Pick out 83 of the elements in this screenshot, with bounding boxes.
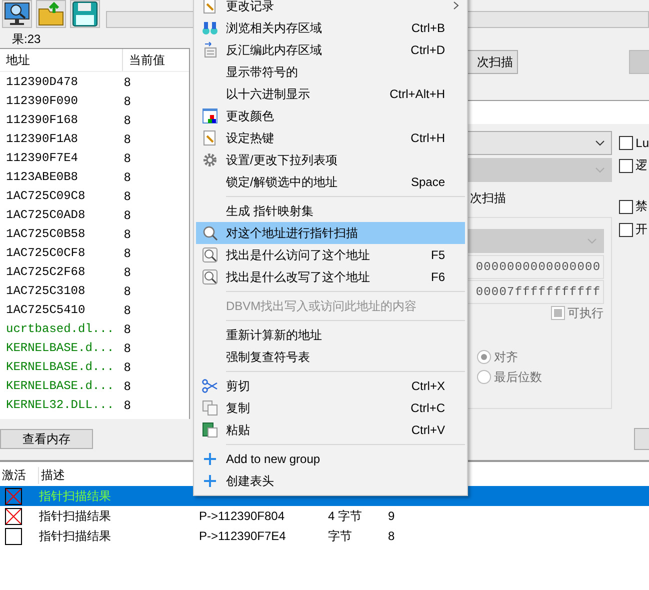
value-cell: 9 bbox=[388, 509, 395, 523]
address-cell[interactable]: 1AC725C3108 bbox=[0, 284, 122, 298]
radio-label: 对齐 bbox=[494, 348, 518, 366]
value-cell[interactable]: 8 bbox=[122, 360, 131, 374]
column-header[interactable]: 激活 bbox=[0, 466, 39, 484]
address-cell[interactable]: KERNEL32.DLL... bbox=[0, 398, 122, 412]
address-cell[interactable]: KERNELBASE.d... bbox=[0, 360, 122, 374]
address-cell[interactable]: 1AC725C5410 bbox=[0, 302, 122, 316]
value-cell[interactable]: 8 bbox=[122, 208, 131, 222]
value-cell[interactable]: 8 bbox=[122, 246, 131, 260]
address-cell[interactable]: KERNELBASE.d... bbox=[0, 340, 122, 354]
result-count: 果:23 bbox=[12, 31, 42, 48]
value-cell[interactable]: 8 bbox=[122, 226, 131, 240]
menu-item[interactable]: 更改记录 bbox=[196, 0, 465, 17]
address-cell[interactable]: 1AC725C0AD8 bbox=[0, 208, 122, 222]
menu-item[interactable]: 找出是什么访问了这个地址 F5 bbox=[196, 244, 465, 266]
value-cell[interactable]: 8 bbox=[122, 302, 131, 316]
address-cell[interactable]: 1AC725C0CF8 bbox=[0, 246, 122, 260]
value-cell[interactable]: 8 bbox=[122, 170, 131, 184]
column-header[interactable]: 当前值 bbox=[122, 49, 165, 71]
menu-item[interactable]: 找出是什么改写了这个地址 F6 bbox=[196, 266, 465, 288]
menu-item[interactable]: 重新计算新的地址 bbox=[196, 324, 465, 346]
menu-item[interactable]: 对这个地址进行指针扫描 bbox=[196, 222, 465, 244]
address-cell[interactable]: ucrtbased.dl... bbox=[0, 322, 122, 336]
address-cell[interactable]: 112390F168 bbox=[0, 112, 122, 126]
value-cell[interactable]: 8 bbox=[122, 112, 131, 126]
checkbox-label: 禁 bbox=[636, 198, 648, 215]
address-list-row[interactable]: 指针扫描结果 P->112390F7E4 字节 8 bbox=[0, 526, 649, 546]
address-list-row[interactable]: 指针扫描结果 P->112390F804 4 字节 9 bbox=[0, 506, 649, 526]
menu-item[interactable]: 设定热键 Ctrl+H bbox=[196, 127, 465, 149]
value-cell: 8 bbox=[388, 529, 395, 543]
value-cell[interactable]: 8 bbox=[122, 284, 131, 298]
menu-item[interactable]: 以十六进制显示 Ctrl+Alt+H bbox=[196, 83, 465, 105]
menu-item[interactable]: 设置/更改下拉列表项 bbox=[196, 149, 465, 171]
scan-label: 次扫描 bbox=[470, 190, 507, 207]
address-cell[interactable]: 1123ABE0B8 bbox=[0, 170, 122, 184]
value-cell[interactable]: 8 bbox=[122, 340, 131, 354]
value-cell[interactable]: 8 bbox=[122, 398, 131, 412]
type-cell-text: 4 字节 bbox=[328, 508, 364, 524]
menu-item[interactable]: 锁定/解锁选中的地址 Space bbox=[196, 171, 465, 193]
menu-item[interactable]: 粘贴 Ctrl+V bbox=[196, 419, 465, 441]
stop-address-field[interactable]: 00007fffffffffff bbox=[465, 280, 604, 304]
menu-item[interactable]: 更改颜色 bbox=[196, 105, 465, 127]
checkbox-label: Lu bbox=[636, 136, 649, 150]
menu-item[interactable]: 浏览相关内存区域 Ctrl+B bbox=[196, 17, 465, 39]
type-cell-text: 字节 bbox=[328, 528, 353, 544]
address-cell-text: P->112390F804 bbox=[199, 509, 286, 523]
checkbox-label: 开 bbox=[636, 221, 648, 238]
start-address-field[interactable]: 0000000000000000 bbox=[465, 255, 604, 279]
column-header[interactable]: 描述 bbox=[39, 466, 65, 484]
menu-item[interactable]: 生成 指针映射集 bbox=[196, 200, 465, 222]
column-header[interactable]: 地址 bbox=[0, 52, 122, 68]
checkbox-label: 逻 bbox=[636, 157, 648, 174]
description-cell-text: 指针扫描结果 bbox=[39, 528, 112, 544]
value-cell[interactable]: 8 bbox=[122, 74, 131, 88]
value-cell[interactable]: 8 bbox=[122, 322, 131, 336]
value-cell[interactable]: 8 bbox=[122, 132, 131, 146]
checkbox-label: 可执行 bbox=[568, 304, 604, 322]
address-cell[interactable]: 1AC725C2F68 bbox=[0, 264, 122, 278]
address-cell[interactable]: 112390F090 bbox=[0, 94, 122, 108]
menu-item[interactable]: 反汇编此内存区域 Ctrl+D bbox=[196, 39, 465, 61]
menu-item[interactable]: 显示带符号的 bbox=[196, 61, 465, 83]
address-cell-text: P->112390F7E4 bbox=[199, 529, 287, 543]
menu-item[interactable]: 强制复查符号表 bbox=[196, 346, 465, 368]
address-cell[interactable]: KERNELBASE.d... bbox=[0, 378, 122, 392]
address-cell[interactable]: 112390F7E4 bbox=[0, 150, 122, 164]
address-cell[interactable]: 1AC725C0B58 bbox=[0, 226, 122, 240]
menu-item[interactable]: Add to new group bbox=[196, 448, 465, 470]
description-cell-text: 指针扫描结果 bbox=[39, 508, 112, 524]
value-cell[interactable]: 8 bbox=[122, 188, 131, 202]
value-cell[interactable]: 8 bbox=[122, 150, 131, 164]
address-cell[interactable]: 1AC725C09C8 bbox=[0, 188, 122, 202]
address-cell[interactable]: 112390F1A8 bbox=[0, 132, 122, 146]
description-cell-text: 指针扫描结果 bbox=[39, 488, 112, 504]
menu-item[interactable]: 复制 Ctrl+C bbox=[196, 397, 465, 419]
view-memory-button[interactable]: 查看内存 bbox=[0, 429, 93, 449]
radio-label: 最后位数 bbox=[494, 368, 542, 386]
menu-item[interactable]: 剪切 Ctrl+X bbox=[196, 375, 465, 397]
address-cell[interactable]: 112390D478 bbox=[0, 74, 122, 88]
value-cell[interactable]: 8 bbox=[122, 378, 131, 392]
next-scan-button[interactable]: 次扫描 bbox=[465, 50, 518, 74]
value-cell[interactable]: 8 bbox=[122, 94, 131, 108]
value-cell[interactable]: 8 bbox=[122, 264, 131, 278]
